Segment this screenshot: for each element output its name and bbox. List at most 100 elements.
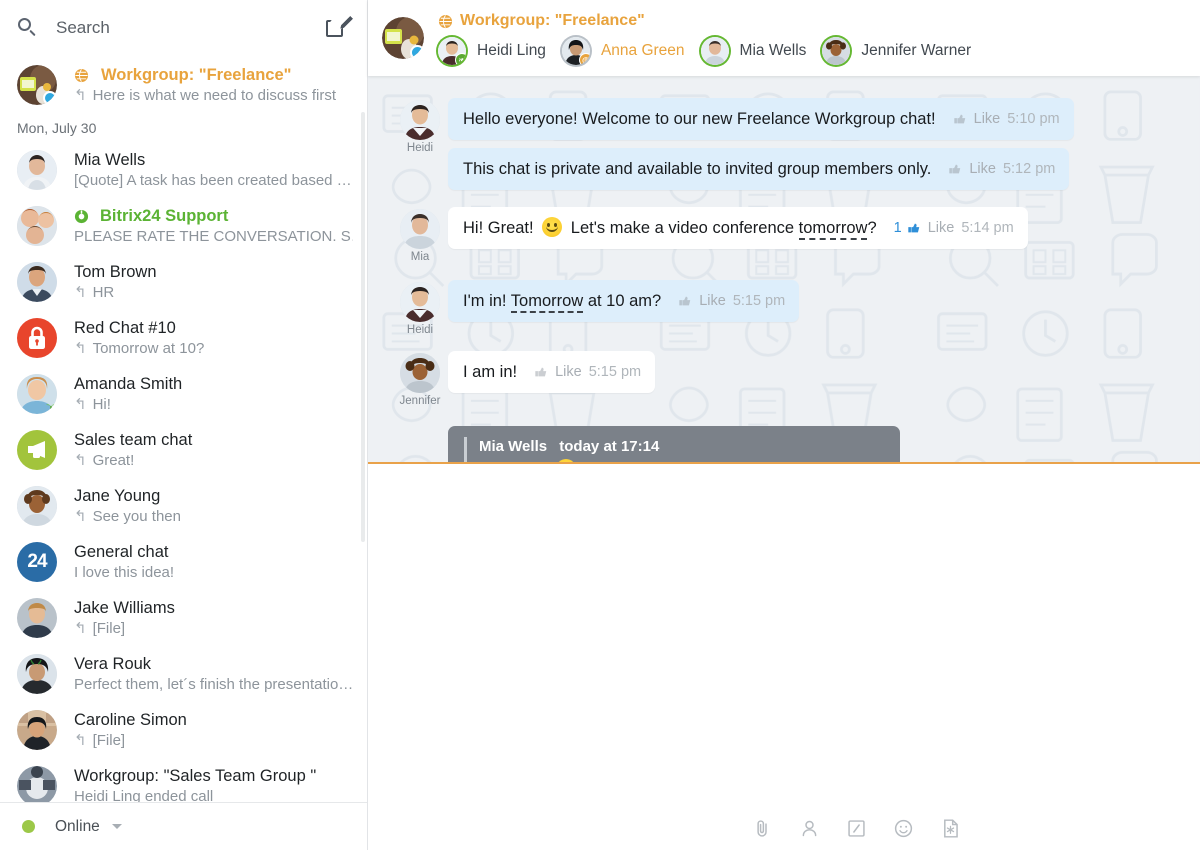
thumbs-up-icon[interactable] [678, 294, 692, 308]
avatar-megaphone [17, 430, 57, 470]
paperclip-icon[interactable] [752, 818, 773, 839]
chat-item-title: Bitrix24 Support [100, 206, 228, 226]
message-bubble[interactable]: This chat is private and available to in… [448, 148, 1069, 190]
leaf-badge-icon: ❧ [455, 53, 466, 65]
megaphone-icon [17, 430, 57, 470]
message-bubble[interactable]: Hi! Great! Let's make a video conference… [448, 207, 1028, 249]
avatar [701, 37, 729, 65]
date-separator: Mon, July 30 [0, 114, 367, 142]
message-bubble[interactable]: I'm in! Tomorrow at 10 am? Like 5:15 pm [448, 280, 799, 322]
reply-arrow-icon: ↰ [74, 733, 87, 748]
quote-body: Hi! Great! Let's make a video conference… [479, 459, 884, 462]
chat-item-subtitle: Great! [93, 451, 135, 470]
member-name: Heidi Ling [477, 42, 546, 60]
chat-item-title: Jane Young [74, 486, 353, 506]
chevron-down-icon[interactable] [112, 824, 122, 829]
member-name: Anna Green [601, 42, 685, 60]
chat-list-item-mia-wells[interactable]: Mia Wells [Quote] A task has been create… [0, 142, 367, 198]
chat-item-title: Vera Rouk [74, 654, 353, 674]
chat-header: Workgroup: "Freelance" ❧ [368, 0, 1200, 76]
chat-item-subtitle: See you then [93, 507, 181, 526]
avatar [400, 353, 440, 393]
smiley-emoji [542, 217, 562, 237]
chat-header-avatar [382, 17, 424, 59]
workgroup-globe-badge-icon: ◍ [579, 53, 590, 65]
like-label[interactable]: Like [555, 364, 582, 380]
chat-item-subtitle: [Quote] A task has been created based … [74, 171, 352, 190]
message-text: Hi! Great! Let's make a video conference… [463, 217, 877, 239]
chat-list-item-jake-williams[interactable]: Jake Williams ↰ [File] [0, 590, 367, 646]
message-text: This chat is private and available to in… [463, 158, 931, 180]
chat-list-item-vera-rouk[interactable]: Vera Rouk Perfect them, let´s finish the… [0, 646, 367, 702]
member-mia-wells[interactable]: Mia Wells [701, 37, 807, 65]
chat-list-item-red-chat-10[interactable]: Red Chat #10 ↰ Tomorrow at 10? [0, 310, 367, 366]
message-author-name: Mia [392, 251, 448, 263]
message-list: Heidi Hello everyone! Welcome to our new… [368, 76, 1200, 462]
slash-command-icon[interactable] [846, 818, 867, 839]
chat-item-title: Jake Williams [74, 598, 353, 618]
chat-list-item-jane-young[interactable]: Jane Young ↰ See you then [0, 478, 367, 534]
reply-arrow-icon: ↰ [74, 88, 87, 103]
avatar [17, 766, 57, 802]
member-name: Jennifer Warner [861, 42, 971, 60]
thumbs-up-icon[interactable] [953, 112, 967, 126]
avatar [400, 100, 440, 140]
quote-message-bubble[interactable]: Mia Wells today at 17:14 Hi! Great! Let'… [448, 426, 900, 462]
document-icon[interactable] [940, 818, 961, 839]
message-author-name: Jennifer [392, 395, 448, 407]
avatar [17, 710, 57, 750]
member-anna-green[interactable]: ◍ Anna Green [562, 37, 685, 65]
member-heidi-ling[interactable]: ❧ Heidi Ling [438, 37, 546, 65]
chat-list-item-tom-brown[interactable]: Tom Brown ↰ HR [0, 254, 367, 310]
chat-list-item-workgroup-sales-team-group[interactable]: Workgroup: "Sales Team Group " Heidi Lin… [0, 758, 367, 802]
smiley-icon[interactable] [893, 818, 914, 839]
search-bar [0, 0, 367, 56]
sidebar-scrollbar[interactable] [361, 112, 365, 542]
message-time: 5:12 pm [1003, 161, 1055, 177]
chat-list-item-amanda-smith[interactable]: Amanda Smith ↰ Hi! [0, 366, 367, 422]
status-bar[interactable]: Online [0, 802, 367, 850]
message-bubble[interactable]: Hello everyone! Welcome to our new Freel… [448, 98, 1074, 140]
message-composer[interactable] [368, 464, 1200, 850]
message-area[interactable]: Heidi Hello everyone! Welcome to our new… [368, 76, 1200, 462]
chat-list-item-general-chat[interactable]: 24 General chat I love this idea! [0, 534, 367, 590]
avatar [17, 65, 57, 105]
reply-arrow-icon: ↰ [74, 285, 87, 300]
avatar [17, 654, 57, 694]
like-label[interactable]: Like [969, 161, 996, 177]
chat-item-title: Caroline Simon [74, 710, 353, 730]
avatar [400, 282, 440, 322]
chat-item-subtitle: [File] [93, 731, 126, 750]
like-label[interactable]: Like [974, 111, 1001, 127]
chat-item-title: Mia Wells [74, 150, 353, 170]
like-label[interactable]: Like [928, 220, 955, 236]
palm-badge-icon [44, 400, 57, 414]
search-input[interactable] [56, 18, 325, 38]
chat-item-title: General chat [74, 542, 353, 562]
reply-arrow-icon: ↰ [74, 509, 87, 524]
chat-list-item-caroline-simon[interactable]: Caroline Simon ↰ [File] [0, 702, 367, 758]
chat-list-item-bitrix24-support[interactable]: Bitrix24 Support PLEASE RATE THE CONVERS… [0, 198, 367, 254]
message-group-heidi-1: Heidi Hello everyone! Welcome to our new… [368, 98, 1200, 190]
chat-list-item-workgroup-freelance[interactable]: Workgroup: "Freelance" ↰ Here is what we… [0, 56, 367, 114]
person-icon[interactable] [799, 818, 820, 839]
chat-list[interactable]: Workgroup: "Freelance" ↰ Here is what we… [0, 56, 367, 802]
thumbs-up-icon[interactable] [948, 162, 962, 176]
chat-item-title: Sales team chat [74, 430, 353, 450]
message-text: I am in! [463, 361, 517, 383]
avatar: ◍ [562, 37, 590, 65]
chat-item-subtitle: HR [93, 283, 115, 302]
thumbs-up-icon[interactable] [907, 221, 921, 235]
message-bubble[interactable]: I am in! Like 5:15 pm [448, 351, 655, 393]
like-label[interactable]: Like [699, 293, 726, 309]
chat-item-subtitle: Tomorrow at 10? [93, 339, 205, 358]
member-jennifer-warner[interactable]: Jennifer Warner [822, 37, 971, 65]
avatar [17, 598, 57, 638]
chat-list-item-sales-team-chat[interactable]: Sales team chat ↰ Great! [0, 422, 367, 478]
chat-item-subtitle: [File] [93, 619, 126, 638]
chat-item-title: Tom Brown [74, 262, 353, 282]
message-input[interactable] [368, 464, 1200, 540]
compose-icon[interactable] [325, 16, 349, 40]
thumbs-up-icon[interactable] [534, 365, 548, 379]
chat-item-title: Workgroup: "Freelance" [101, 65, 291, 85]
